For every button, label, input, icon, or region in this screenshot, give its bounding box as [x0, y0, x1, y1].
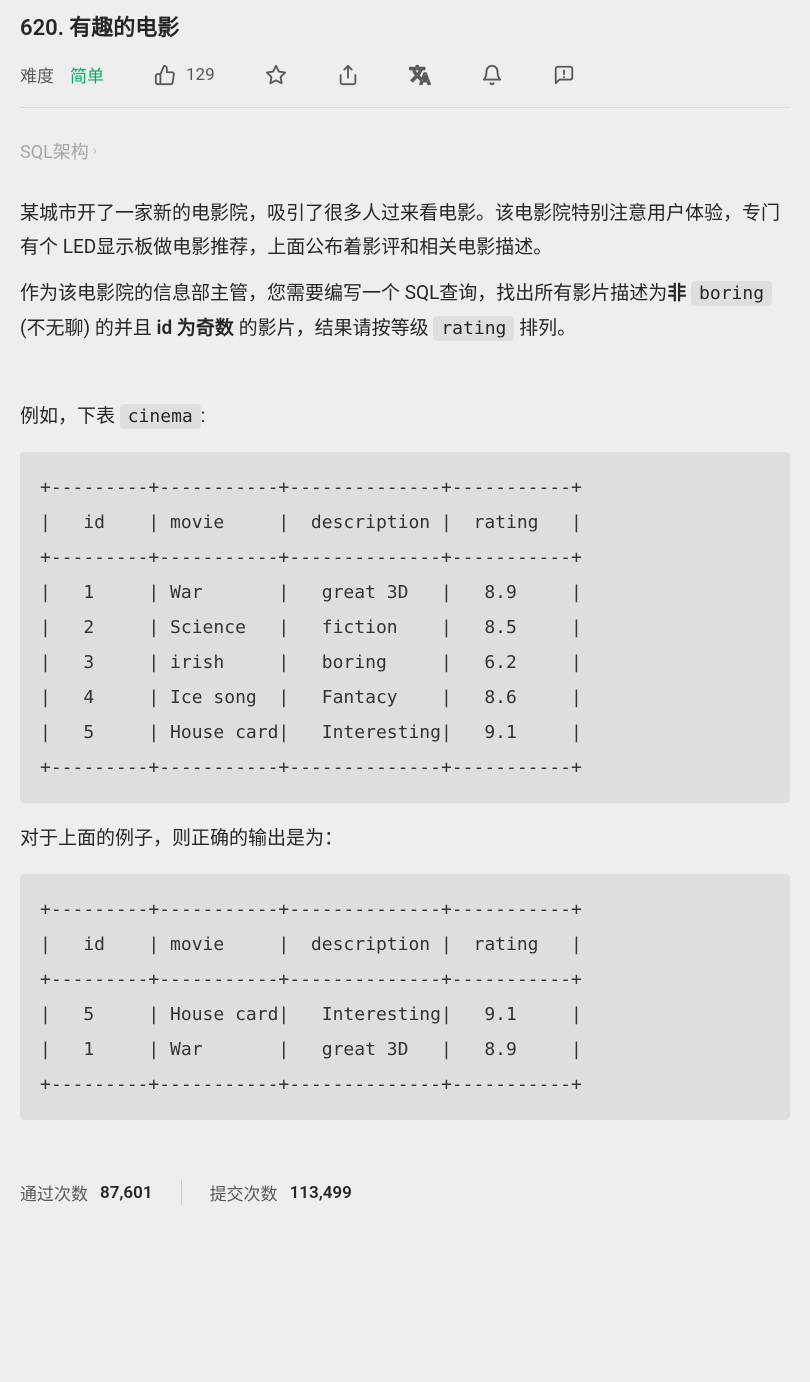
submissions-value: 113,499	[290, 1183, 352, 1203]
bell-icon	[481, 64, 503, 86]
feedback-button[interactable]	[553, 64, 575, 86]
feedback-icon	[553, 64, 575, 86]
inline-code-rating: rating	[433, 316, 514, 341]
text-fragment: 的影片，结果请按等级	[234, 316, 433, 339]
text-fragment: (不无聊) 的并且	[20, 316, 157, 339]
translate-icon	[409, 64, 431, 86]
stats-row: 通过次数 87,601 提交次数 113,499	[20, 1180, 790, 1205]
problem-title: 620. 有趣的电影	[20, 0, 790, 62]
like-count: 129	[186, 65, 215, 85]
sql-schema-link[interactable]: SQL架构 ›	[20, 108, 790, 184]
text-fragment: 排列。	[514, 316, 576, 339]
difficulty-label: 难度	[20, 62, 54, 87]
notification-button[interactable]	[481, 64, 503, 86]
difficulty-group: 难度 简单	[20, 62, 104, 87]
submissions-label: 提交次数	[210, 1180, 278, 1205]
paragraph-4: 对于上面的例子，则正确的输出是为：	[20, 821, 790, 855]
share-button[interactable]	[337, 64, 359, 86]
accepted-stat: 通过次数 87,601	[20, 1180, 181, 1205]
chevron-right-icon: ›	[93, 143, 97, 159]
favorite-button[interactable]	[265, 64, 287, 86]
sql-schema-label: SQL架构	[20, 138, 89, 164]
paragraph-1: 某城市开了一家新的电影院，吸引了很多人过来看电影。该电影院特别注意用户体验，专门…	[20, 196, 790, 264]
text-fragment: 例如，下表	[20, 404, 120, 427]
inline-code-boring: boring	[691, 281, 772, 306]
inline-code-cinema: cinema	[120, 404, 201, 429]
accepted-value: 87,601	[100, 1183, 153, 1203]
problem-content: 某城市开了一家新的电影院，吸引了很多人过来看电影。该电影院特别注意用户体验，专门…	[20, 196, 790, 1120]
accepted-label: 通过次数	[20, 1180, 88, 1205]
code-block-output: +---------+-----------+--------------+--…	[20, 874, 790, 1121]
thumbs-up-icon	[154, 64, 176, 86]
translate-button[interactable]	[409, 64, 431, 86]
bold-text: id 为奇数	[157, 316, 234, 339]
bold-text: 非	[667, 281, 691, 304]
text-fragment: :	[201, 404, 206, 427]
like-button[interactable]: 129	[154, 64, 215, 86]
paragraph-3: 例如，下表 cinema:	[20, 399, 790, 433]
submissions-stat: 提交次数 113,499	[181, 1180, 380, 1205]
paragraph-2: 作为该电影院的信息部主管，您需要编写一个 SQL查询，找出所有影片描述为非 bo…	[20, 276, 790, 345]
share-icon	[337, 64, 359, 86]
meta-row: 难度 简单 129	[20, 62, 790, 108]
star-icon	[265, 64, 287, 86]
code-block-input: +---------+-----------+--------------+--…	[20, 452, 790, 804]
difficulty-value: 简单	[70, 62, 104, 87]
text-fragment: 作为该电影院的信息部主管，您需要编写一个 SQL查询，找出所有影片描述为	[20, 281, 667, 304]
